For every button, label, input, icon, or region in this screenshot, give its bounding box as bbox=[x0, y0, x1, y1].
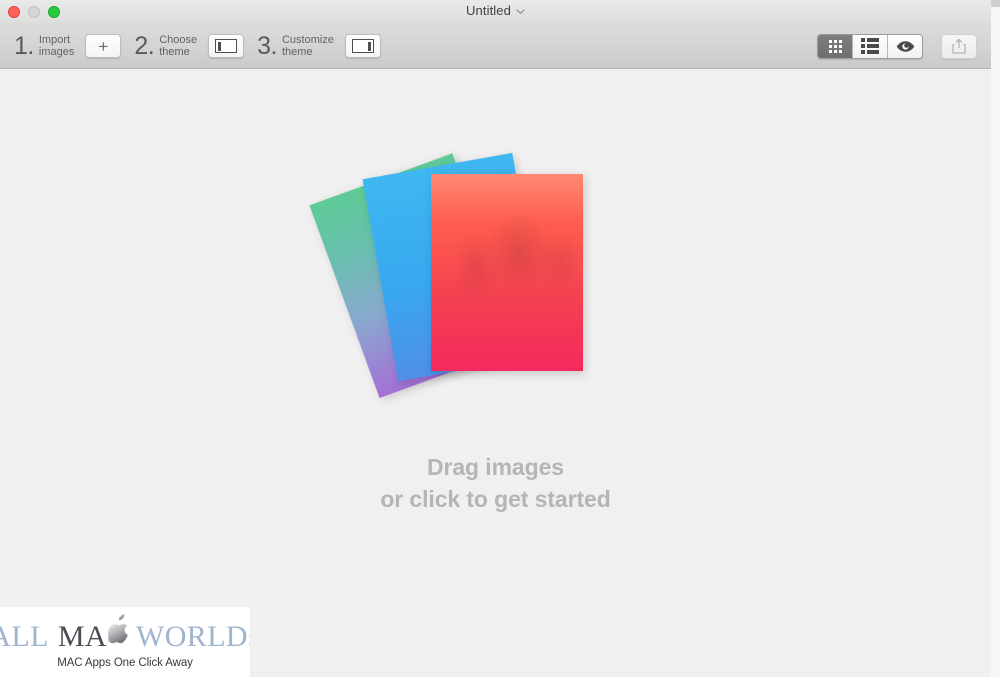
close-window-button[interactable] bbox=[8, 6, 20, 18]
step-choose-theme: 2. Choose theme bbox=[134, 31, 197, 60]
choose-theme-button[interactable] bbox=[208, 34, 245, 58]
watermark-orld: ORLD bbox=[164, 620, 248, 653]
card-sheen bbox=[430, 174, 583, 222]
step-3-label-line2: theme bbox=[281, 46, 313, 58]
customize-theme-button[interactable] bbox=[344, 34, 381, 58]
step-2-label-line2: theme bbox=[159, 46, 190, 58]
share-icon bbox=[952, 38, 966, 54]
list-view-icon bbox=[861, 38, 879, 54]
watermark-overlay: ALL MA W ORLD MAC Apps One Click Away bbox=[0, 607, 250, 677]
app-window: Untitled 1. Import images + 2. Choose th… bbox=[0, 0, 991, 677]
watermark-all: ALL bbox=[0, 620, 49, 653]
window-titlebar: Untitled bbox=[0, 0, 991, 24]
toolbar-view-controls bbox=[817, 33, 991, 59]
image-dropzone[interactable]: Drag images or click to get started bbox=[0, 69, 991, 677]
step-3-number: 3. bbox=[257, 31, 277, 60]
step-1-label-line1: Import bbox=[38, 33, 71, 46]
eye-preview-icon bbox=[896, 40, 915, 53]
step-3-label-line1: Customize bbox=[281, 33, 334, 46]
step-customize-theme: 3. Customize theme bbox=[257, 31, 334, 60]
watermark-logo-text: ALL MA W ORLD bbox=[0, 614, 250, 653]
step-1-label: Import images bbox=[39, 34, 74, 59]
view-mode-grid-button[interactable] bbox=[818, 34, 853, 58]
dropzone-headline-line2: or click to get started bbox=[380, 486, 611, 512]
chevron-down-icon[interactable] bbox=[516, 7, 525, 16]
window-right-edge bbox=[991, 0, 1000, 677]
plus-icon: + bbox=[98, 36, 109, 56]
zoom-window-button[interactable] bbox=[48, 6, 60, 18]
placeholder-image-stack bbox=[308, 151, 621, 421]
watermark-s: S bbox=[248, 628, 250, 650]
minimize-window-button[interactable] bbox=[28, 6, 40, 18]
main-toolbar: 1. Import images + 2. Choose theme 3. Cu… bbox=[0, 24, 991, 69]
watermark-w: W bbox=[136, 620, 165, 653]
step-import-images: 1. Import images bbox=[14, 31, 74, 60]
step-1-number: 1. bbox=[14, 31, 34, 60]
watermark-ma: MA bbox=[57, 620, 108, 653]
theme-left-bar-icon bbox=[215, 39, 238, 53]
window-top-right-corner bbox=[991, 0, 1000, 7]
dropzone-headline-line1: Drag images bbox=[427, 454, 564, 480]
step-2-label-line1: Choose bbox=[159, 33, 198, 46]
traffic-lights bbox=[8, 6, 60, 18]
content-area: Drag images or click to get started ALL … bbox=[0, 69, 991, 677]
window-title-group: Untitled bbox=[0, 3, 991, 18]
view-mode-segmented-control[interactable] bbox=[817, 33, 923, 59]
step-1-label-line2: images bbox=[38, 46, 75, 58]
import-images-button[interactable]: + bbox=[85, 34, 122, 58]
theme-right-bar-icon bbox=[351, 39, 374, 53]
share-button[interactable] bbox=[941, 33, 977, 59]
step-2-number: 2. bbox=[134, 31, 155, 60]
watermark-tagline: MAC Apps One Click Away bbox=[57, 657, 193, 669]
toolbar-steps: 1. Import images + 2. Choose theme 3. Cu… bbox=[0, 31, 394, 60]
window-title: Untitled bbox=[466, 3, 511, 18]
view-mode-list-button[interactable] bbox=[853, 34, 888, 58]
step-3-label: Customize theme bbox=[282, 34, 334, 59]
step-2-label: Choose theme bbox=[159, 34, 197, 59]
dropzone-instructions: Drag images or click to get started bbox=[380, 451, 610, 515]
grid-view-icon bbox=[828, 39, 842, 53]
image-card-red bbox=[430, 174, 583, 371]
view-mode-preview-button[interactable] bbox=[888, 34, 922, 58]
apple-logo-icon bbox=[107, 614, 131, 650]
